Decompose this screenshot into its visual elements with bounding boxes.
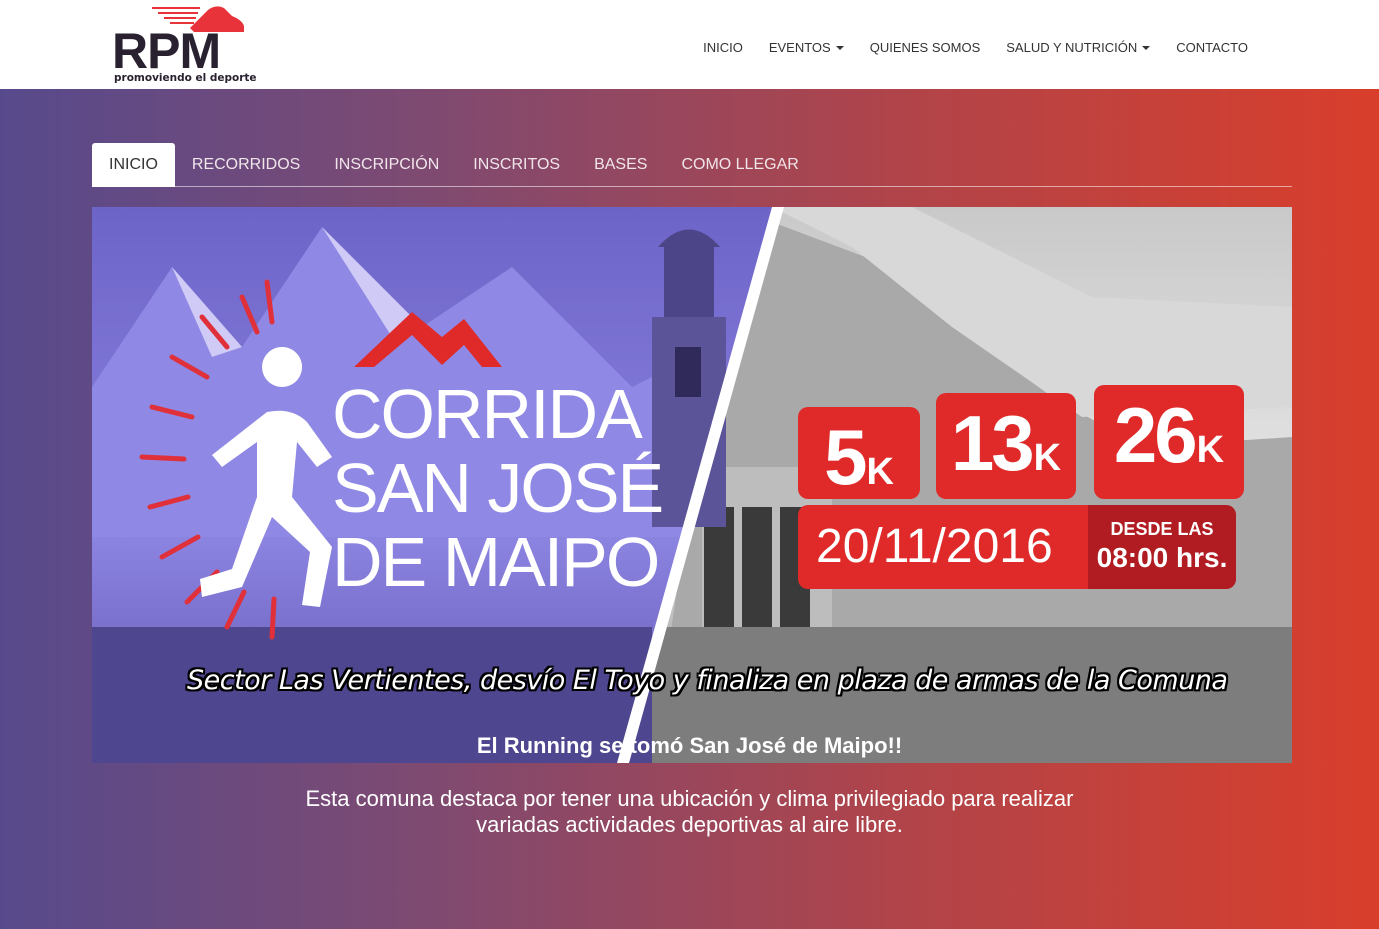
nav-item-inicio[interactable]: INICIO: [703, 40, 743, 55]
logo-wordmark: RPM: [112, 23, 221, 79]
distance-unit: K: [1033, 437, 1062, 479]
nav-item-label: CONTACTO: [1176, 40, 1248, 55]
banner-title-line-1: CORRIDA: [332, 375, 643, 453]
tab-inicio[interactable]: INICIO: [92, 143, 175, 187]
main-nav: INICIO EVENTOS QUIENES SOMOS SALUD Y NUT…: [677, 40, 1248, 55]
distance-unit: K: [1196, 429, 1225, 471]
tab-recorridos[interactable]: RECORRIDOS: [175, 143, 317, 187]
tab-como-llegar[interactable]: COMO LLEGAR: [664, 143, 815, 187]
top-navbar: RPM promoviendo el deporte INICIO EVENTO…: [0, 0, 1379, 89]
distance-unit: K: [866, 451, 894, 493]
tab-inscritos[interactable]: INSCRITOS: [456, 143, 577, 187]
nav-item-label: EVENTOS: [768, 40, 831, 55]
content-headline: El Running se tomó San José de Maipo!!: [476, 733, 903, 758]
nav-item-quienes-somos[interactable]: QUIENES SOMOS: [870, 40, 981, 55]
event-time-value: 08:00 hrs.: [1096, 542, 1228, 573]
nav-item-label: INICIO: [703, 40, 743, 55]
event-date-box: 20/11/2016 DESDE LAS 08:00 hrs.: [798, 505, 1236, 589]
nav-item-contacto[interactable]: CONTACTO: [1176, 40, 1248, 55]
event-date: 20/11/2016: [816, 520, 1053, 573]
distance-badge-5k: 5K: [798, 407, 920, 501]
distance-number: 5: [824, 413, 867, 501]
event-time-box: DESDE LAS 08:00 hrs.: [1088, 505, 1236, 589]
event-tabs: INICIO RECORRIDOS INSCRIPCIÓN INSCRITOS …: [92, 143, 1292, 187]
tab-inscripcion[interactable]: INSCRIPCIÓN: [317, 143, 456, 187]
nav-item-eventos[interactable]: EVENTOS: [769, 40, 844, 55]
banner-title-line-3: DE MAIPO: [332, 523, 660, 601]
nav-item-label: SALUD Y NUTRICIÓN: [1006, 40, 1138, 55]
rpm-logo[interactable]: RPM promoviendo el deporte: [112, 2, 257, 86]
nav-item-label: QUIENES SOMOS: [869, 40, 981, 55]
caret-down-icon: [1142, 45, 1151, 50]
banner-title-line-2: SAN JOSÉ: [332, 449, 664, 527]
event-route-text: Sector Las Vertientes, desvío El Toyo y …: [187, 665, 1228, 696]
distance-number: 13: [950, 399, 1035, 487]
tab-bases[interactable]: BASES: [577, 143, 664, 187]
distance-number: 26: [1113, 391, 1198, 479]
caret-down-icon: [835, 45, 844, 50]
nav-item-salud-nutricion[interactable]: SALUD Y NUTRICIÓN: [1006, 40, 1151, 55]
distance-badge-13k: 13 K: [936, 393, 1076, 499]
distance-badge-26k: 26 K: [1094, 385, 1244, 499]
logo-tagline: promoviendo el deporte: [114, 72, 257, 84]
event-banner-image: CORRIDA SAN JOSÉ DE MAIPO 5K 13 K 26 K 20/…: [92, 207, 1292, 763]
event-time-label: DESDE LAS: [1110, 519, 1214, 539]
content-paragraph: Esta comuna destaca por tener una ubicac…: [305, 786, 1074, 837]
